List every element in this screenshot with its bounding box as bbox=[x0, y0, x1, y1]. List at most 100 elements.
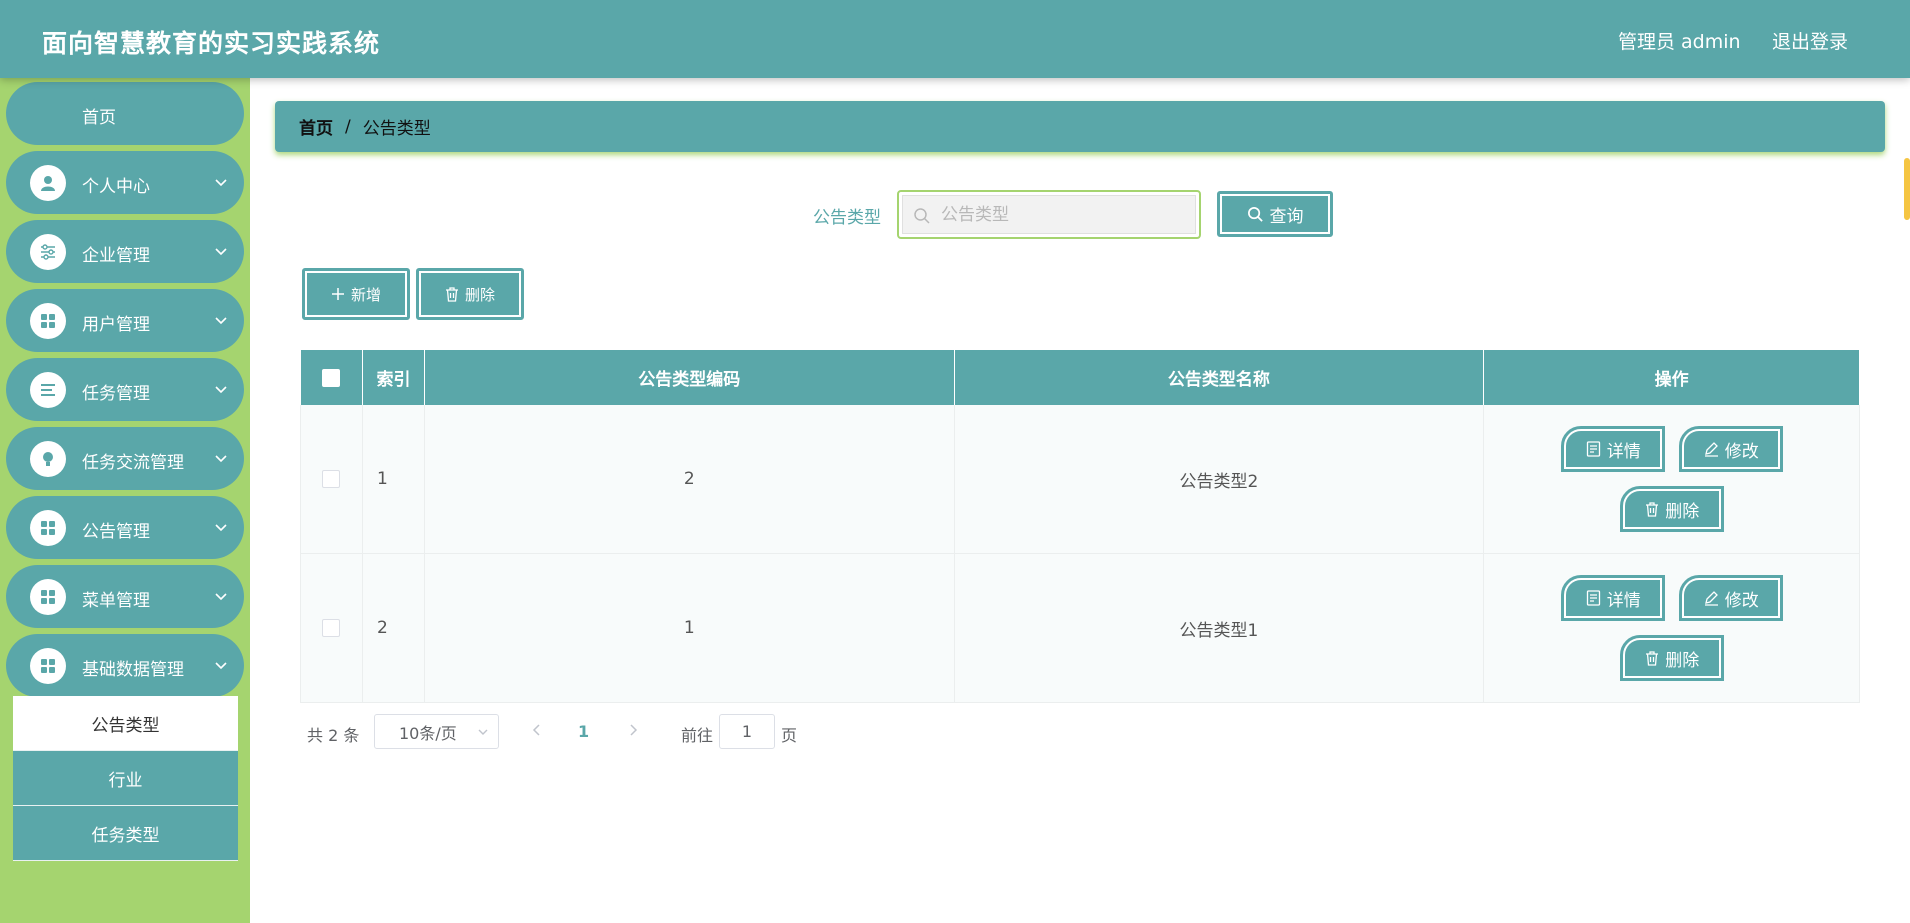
search-input[interactable] bbox=[939, 196, 1179, 233]
basic-data-submenu: 公告类型 行业 任务类型 bbox=[13, 696, 238, 861]
chevron-down-icon bbox=[215, 455, 227, 463]
search-icon bbox=[914, 208, 930, 224]
sidebar-item-home[interactable]: 首页 bbox=[6, 82, 244, 145]
row-ops: 详情 修改 删除 bbox=[1483, 405, 1860, 554]
edit-button[interactable]: 修改 bbox=[1679, 575, 1784, 621]
breadcrumb-home[interactable]: 首页 bbox=[299, 114, 333, 139]
breadcrumb-separator: / bbox=[345, 116, 351, 137]
sidebar-item-label: 任务管理 bbox=[82, 384, 150, 404]
detail-button[interactable]: 详情 bbox=[1561, 575, 1666, 621]
delete-button-label: 删除 bbox=[1665, 650, 1700, 671]
chevron-right-icon bbox=[630, 724, 638, 736]
app-title: 面向智慧教育的实习实践系统 bbox=[42, 29, 381, 58]
search-label: 公告类型 bbox=[813, 208, 881, 228]
edit-button[interactable]: 修改 bbox=[1679, 426, 1784, 472]
pencil-icon bbox=[1704, 591, 1718, 606]
delete-button[interactable]: 删除 bbox=[1620, 635, 1725, 681]
sidebar-item-label: 公告管理 bbox=[82, 522, 150, 542]
row-ops-wrapper: 详情 修改 删除 bbox=[1485, 555, 1858, 701]
delete-button[interactable]: 删除 bbox=[1620, 486, 1725, 532]
user-icon bbox=[30, 165, 66, 201]
row-index: 2 bbox=[361, 553, 425, 703]
sidebar-item-label: 首页 bbox=[82, 108, 116, 128]
chevron-down-icon bbox=[215, 179, 227, 187]
pencil-icon bbox=[1704, 442, 1718, 457]
page-size-select[interactable]: 10条/页 bbox=[374, 714, 499, 749]
page-size-value: 10条/页 bbox=[399, 723, 457, 743]
bulb-icon bbox=[30, 441, 66, 477]
row-code: 1 bbox=[423, 553, 955, 703]
chevron-down-icon bbox=[215, 386, 227, 394]
sidebar-item-label: 个人中心 bbox=[82, 177, 150, 197]
grid-icon bbox=[30, 579, 66, 615]
edit-button-label: 修改 bbox=[1724, 441, 1759, 462]
chevron-down-icon bbox=[215, 317, 227, 325]
row-checkbox[interactable] bbox=[322, 619, 341, 637]
data-table: 索引 公告类型编码 公告类型名称 操作 1 2 公告类型2 详情 修改 删除 2… bbox=[300, 350, 1860, 703]
chevron-left-icon bbox=[532, 724, 540, 736]
breadcrumb: 首页 / 公告类型 bbox=[275, 101, 1885, 152]
detail-button-label: 详情 bbox=[1606, 590, 1641, 611]
list-icon bbox=[30, 372, 66, 408]
goto-label: 前往 bbox=[681, 726, 714, 745]
scrollbar-thumb[interactable] bbox=[1904, 158, 1910, 220]
detail-button-label: 详情 bbox=[1606, 441, 1641, 462]
query-button[interactable]: 查询 bbox=[1217, 191, 1333, 237]
goto-suffix: 页 bbox=[781, 726, 798, 745]
row-name: 公告类型2 bbox=[953, 405, 1485, 554]
sidebar-item-task-exchange[interactable]: 任务交流管理 bbox=[6, 427, 244, 490]
grid-icon bbox=[30, 648, 66, 684]
submenu-item-industry[interactable]: 行业 bbox=[13, 751, 238, 806]
sidebar-item-menus[interactable]: 菜单管理 bbox=[6, 565, 244, 628]
sidebar-item-enterprise[interactable]: 企业管理 bbox=[6, 220, 244, 283]
row-select-cell bbox=[300, 405, 363, 554]
code-header: 公告类型编码 bbox=[424, 350, 955, 405]
add-button[interactable]: 新增 bbox=[302, 268, 410, 320]
chevron-down-icon bbox=[215, 248, 227, 256]
sidebar-item-users[interactable]: 用户管理 bbox=[6, 289, 244, 352]
top-header: 面向智慧教育的实习实践系统 管理员 admin 退出登录 bbox=[0, 0, 1910, 78]
plus-icon bbox=[331, 288, 344, 300]
prev-page-button[interactable] bbox=[530, 722, 544, 742]
submenu-item-announcement-type[interactable]: 公告类型 bbox=[13, 696, 238, 751]
sidebar-item-announcements[interactable]: 公告管理 bbox=[6, 496, 244, 559]
sidebar-item-label: 用户管理 bbox=[82, 315, 150, 335]
submenu-item-task-type[interactable]: 任务类型 bbox=[13, 806, 238, 861]
grid-icon bbox=[30, 510, 66, 546]
search-box bbox=[897, 190, 1201, 239]
sidebar-item-personal-center[interactable]: 个人中心 bbox=[6, 151, 244, 214]
sliders-icon bbox=[30, 234, 66, 270]
row-ops-wrapper: 详情 修改 删除 bbox=[1485, 406, 1858, 552]
logout-button[interactable]: 退出登录 bbox=[1772, 27, 1848, 54]
chevron-down-icon bbox=[478, 729, 488, 735]
page-number-current[interactable]: 1 bbox=[578, 722, 589, 741]
search-input-wrapper bbox=[902, 195, 1196, 234]
detail-button[interactable]: 详情 bbox=[1561, 426, 1666, 472]
row-index: 1 bbox=[361, 405, 425, 554]
next-page-button[interactable] bbox=[626, 722, 640, 742]
chevron-down-icon bbox=[215, 524, 227, 532]
add-button-label: 新增 bbox=[350, 285, 381, 304]
row-name: 公告类型1 bbox=[953, 553, 1485, 703]
sidebar-item-basic-data[interactable]: 基础数据管理 bbox=[6, 634, 244, 697]
select-all-checkbox[interactable] bbox=[322, 368, 341, 387]
sidebar-item-tasks[interactable]: 任务管理 bbox=[6, 358, 244, 421]
chevron-down-icon bbox=[215, 593, 227, 601]
document-icon bbox=[1586, 441, 1600, 457]
row-checkbox[interactable] bbox=[322, 470, 341, 488]
chevron-down-icon bbox=[215, 662, 227, 670]
goto-page-input[interactable] bbox=[719, 714, 775, 749]
grid-icon bbox=[30, 303, 66, 339]
trash-icon bbox=[1646, 650, 1659, 666]
table-row: 1 2 公告类型2 详情 修改 删除 bbox=[300, 405, 1860, 554]
query-button-label: 查询 bbox=[1269, 206, 1304, 227]
trash-icon bbox=[445, 286, 458, 302]
breadcrumb-current: 公告类型 bbox=[362, 119, 431, 139]
pagination-total: 共 2 条 bbox=[307, 726, 360, 745]
batch-delete-button[interactable]: 删除 bbox=[416, 268, 524, 320]
trash-icon bbox=[1646, 501, 1659, 517]
current-user: 管理员 admin bbox=[1618, 31, 1741, 53]
name-header: 公告类型名称 bbox=[954, 350, 1485, 405]
row-code: 2 bbox=[423, 405, 955, 554]
table-header-row: 索引 公告类型编码 公告类型名称 操作 bbox=[300, 350, 1860, 405]
